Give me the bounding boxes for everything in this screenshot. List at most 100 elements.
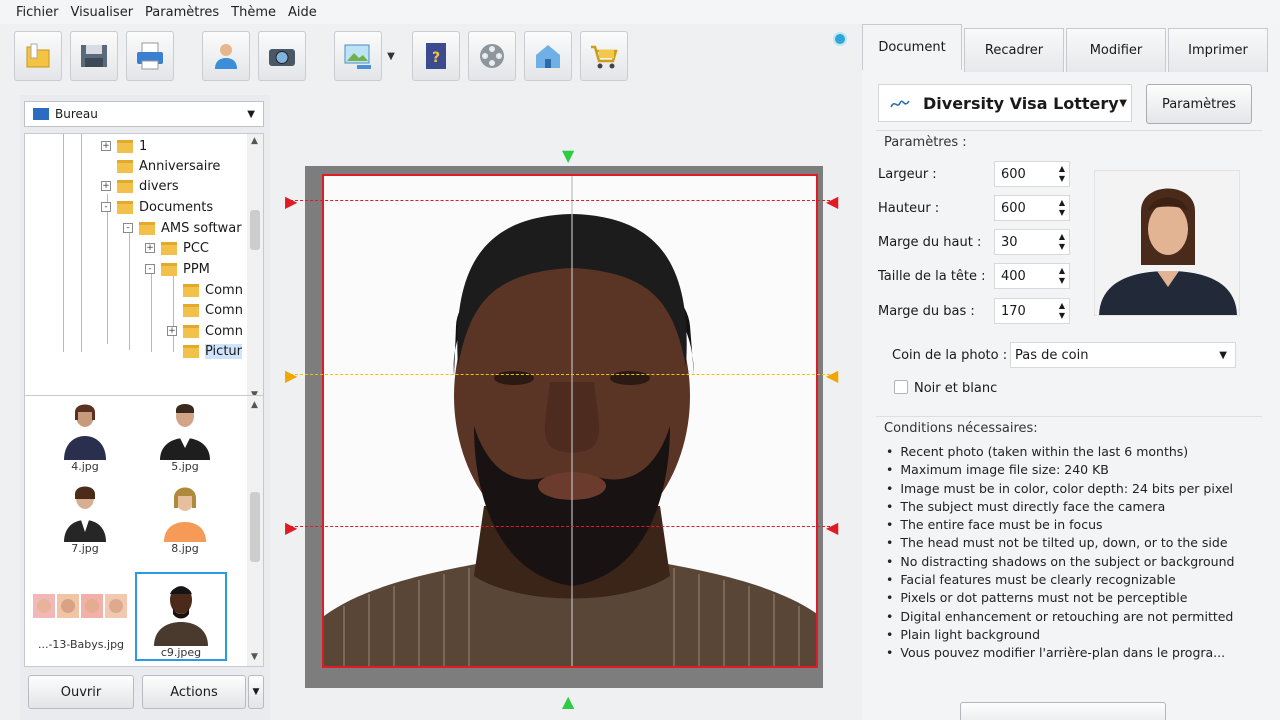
thumbnail-photo bbox=[52, 480, 118, 542]
folder-icon bbox=[183, 303, 199, 317]
guide-handle-left-chin[interactable]: ▶ bbox=[285, 518, 297, 537]
tree-item[interactable]: Anniversaire bbox=[117, 156, 220, 176]
tree-item[interactable]: +1 bbox=[101, 136, 147, 156]
corner-select[interactable]: Pas de coin ▼ bbox=[1010, 342, 1236, 368]
guide-handle-top-center[interactable]: ▼ bbox=[562, 146, 574, 165]
location-label: Bureau bbox=[55, 107, 98, 121]
photo-edit-dropdown[interactable]: ▼ bbox=[384, 31, 398, 81]
conditions-title: Conditions nécessaires: bbox=[884, 421, 1038, 436]
conditions-group: Conditions nécessaires: Recent photo (ta… bbox=[876, 416, 1262, 668]
tree-item[interactable]: - AMS softwar bbox=[123, 218, 242, 238]
largeur-input[interactable]: 600 ▲ ▼ bbox=[994, 161, 1070, 187]
tab-document[interactable]: Document bbox=[862, 24, 962, 70]
condition-item: Pixels or dot patterns must not be perce… bbox=[886, 589, 1234, 607]
marge-haut-input[interactable]: 30 ▲ ▼ bbox=[994, 229, 1070, 255]
top-margin-guide[interactable] bbox=[290, 200, 830, 201]
condition-item: The entire face must be in focus bbox=[886, 516, 1234, 534]
folder-icon bbox=[161, 262, 177, 276]
parameters-button[interactable]: Paramètres bbox=[1146, 84, 1252, 124]
thumbnail-item[interactable]: 7.jpg bbox=[39, 480, 131, 555]
photo-preview[interactable] bbox=[322, 174, 818, 668]
thumbnail-item[interactable]: ...-13-Babys.jpg bbox=[29, 576, 133, 651]
tree-item[interactable]: + Comn bbox=[167, 321, 243, 341]
photo-edit-button[interactable] bbox=[334, 31, 382, 81]
spinner-arrows-icon[interactable]: ▲ ▼ bbox=[1059, 198, 1065, 218]
thumbnail-item[interactable]: 8.jpg bbox=[139, 480, 231, 555]
guide-handle-left-eye[interactable]: ▶ bbox=[285, 366, 297, 385]
guide-handle-bottom-center[interactable]: ▲ bbox=[562, 692, 574, 711]
guide-handle-right-eye[interactable]: ◀ bbox=[826, 366, 838, 385]
tree-item-selected[interactable]: Pictur bbox=[183, 341, 242, 361]
taille-tete-input[interactable]: 400 ▲ ▼ bbox=[994, 263, 1070, 289]
parameters-title: Paramètres : bbox=[884, 135, 967, 150]
thumbnail-item[interactable]: 4.jpg bbox=[39, 398, 131, 473]
menu-parametres[interactable]: Paramètres bbox=[139, 5, 225, 20]
camera-button[interactable] bbox=[258, 31, 306, 81]
actions-dropdown[interactable]: ▼ bbox=[248, 675, 264, 709]
tree-item[interactable]: + divers bbox=[101, 176, 179, 196]
chin-guide[interactable] bbox=[290, 526, 830, 527]
eye-line-guide[interactable] bbox=[290, 374, 830, 375]
tab-modifier[interactable]: Modifier bbox=[1066, 28, 1166, 72]
guide-handle-right-top[interactable]: ◀ bbox=[826, 192, 838, 211]
scroll-up-icon[interactable]: ▲ bbox=[251, 400, 258, 410]
tab-imprimer[interactable]: Imprimer bbox=[1168, 28, 1268, 72]
folder-icon bbox=[117, 139, 133, 153]
help-button[interactable]: ? bbox=[412, 31, 460, 81]
thumbnail-photo bbox=[31, 576, 131, 638]
thumbnail-item[interactable]: 5.jpg bbox=[139, 398, 231, 473]
svg-text:?: ? bbox=[432, 50, 440, 66]
tree-item[interactable]: - Documents bbox=[101, 197, 213, 217]
left-panel: Bureau ▼ +1 Anniversaire + divers - Docume… bbox=[20, 95, 270, 720]
tree-vertical-scrollbar[interactable]: ▲▼ bbox=[247, 134, 263, 404]
scroll-up-icon[interactable]: ▲ bbox=[251, 136, 258, 146]
spinner-arrows-icon[interactable]: ▲ ▼ bbox=[1059, 232, 1065, 252]
document-type-label: Diversity Visa Lottery bbox=[923, 93, 1119, 113]
bw-checkbox[interactable] bbox=[894, 380, 908, 394]
thumbnail-scrollbar[interactable]: ▲ ▼ bbox=[247, 396, 263, 666]
condition-item: Vous pouvez modifier l'arrière-plan dans… bbox=[886, 644, 1234, 662]
location-combo[interactable]: Bureau ▼ bbox=[24, 101, 264, 127]
save-button[interactable] bbox=[70, 31, 118, 81]
conditions-list: Recent photo (taken within the last 6 mo… bbox=[886, 443, 1234, 663]
thumbnail-item-selected[interactable]: c9.jpeg bbox=[135, 572, 227, 661]
person-button[interactable] bbox=[202, 31, 250, 81]
menu-fichier[interactable]: Fichier bbox=[10, 5, 65, 20]
print-button[interactable] bbox=[126, 31, 174, 81]
chevron-down-icon: ▼ bbox=[247, 108, 255, 120]
actions-button[interactable]: Actions bbox=[142, 675, 246, 709]
toolbar: ▼ ? bbox=[14, 28, 636, 84]
guide-handle-left-top[interactable]: ▶ bbox=[285, 192, 297, 211]
thumbnail-photo bbox=[148, 574, 214, 646]
spinner-arrows-icon[interactable]: ▲ ▼ bbox=[1059, 301, 1065, 321]
next-button[interactable] bbox=[960, 702, 1166, 720]
condition-item: Recent photo (taken within the last 6 mo… bbox=[886, 443, 1234, 461]
marge-bas-input[interactable]: 170 ▲ ▼ bbox=[994, 298, 1070, 324]
spinner-arrows-icon[interactable]: ▲ ▼ bbox=[1059, 266, 1065, 286]
film-button[interactable] bbox=[468, 31, 516, 81]
spinner-arrows-icon[interactable]: ▲ ▼ bbox=[1059, 164, 1065, 184]
document-type-select[interactable]: Diversity Visa Lottery ▼ bbox=[878, 84, 1132, 122]
folder-icon bbox=[183, 283, 199, 297]
tab-recadrer[interactable]: Recadrer bbox=[964, 28, 1064, 72]
tree-item[interactable]: Comn bbox=[183, 300, 243, 320]
home-button[interactable] bbox=[524, 31, 572, 81]
folder-icon bbox=[117, 200, 133, 214]
hauteur-input[interactable]: 600 ▲ ▼ bbox=[994, 195, 1070, 221]
menu-bar: Fichier Visualiser Paramètres Thème Aide bbox=[0, 0, 1280, 24]
folder-tree[interactable]: +1 Anniversaire + divers - Documents - AMS … bbox=[24, 133, 264, 423]
cart-button[interactable] bbox=[580, 31, 628, 81]
scroll-down-icon[interactable]: ▼ bbox=[251, 652, 258, 662]
menu-visualiser[interactable]: Visualiser bbox=[65, 5, 140, 20]
open-file-button[interactable]: Ouvrir bbox=[28, 675, 134, 709]
tree-item[interactable]: - PPM bbox=[145, 259, 210, 279]
field-largeur: Largeur : bbox=[878, 166, 937, 182]
info-icon[interactable] bbox=[833, 32, 847, 46]
menu-theme[interactable]: Thème bbox=[225, 5, 282, 20]
tree-item[interactable]: + PCC bbox=[145, 238, 209, 258]
help-book-icon: ? bbox=[426, 43, 446, 69]
guide-handle-right-chin[interactable]: ◀ bbox=[826, 518, 838, 537]
menu-aide[interactable]: Aide bbox=[282, 5, 323, 20]
tree-item[interactable]: Comn bbox=[183, 280, 243, 300]
open-button[interactable] bbox=[14, 31, 62, 81]
